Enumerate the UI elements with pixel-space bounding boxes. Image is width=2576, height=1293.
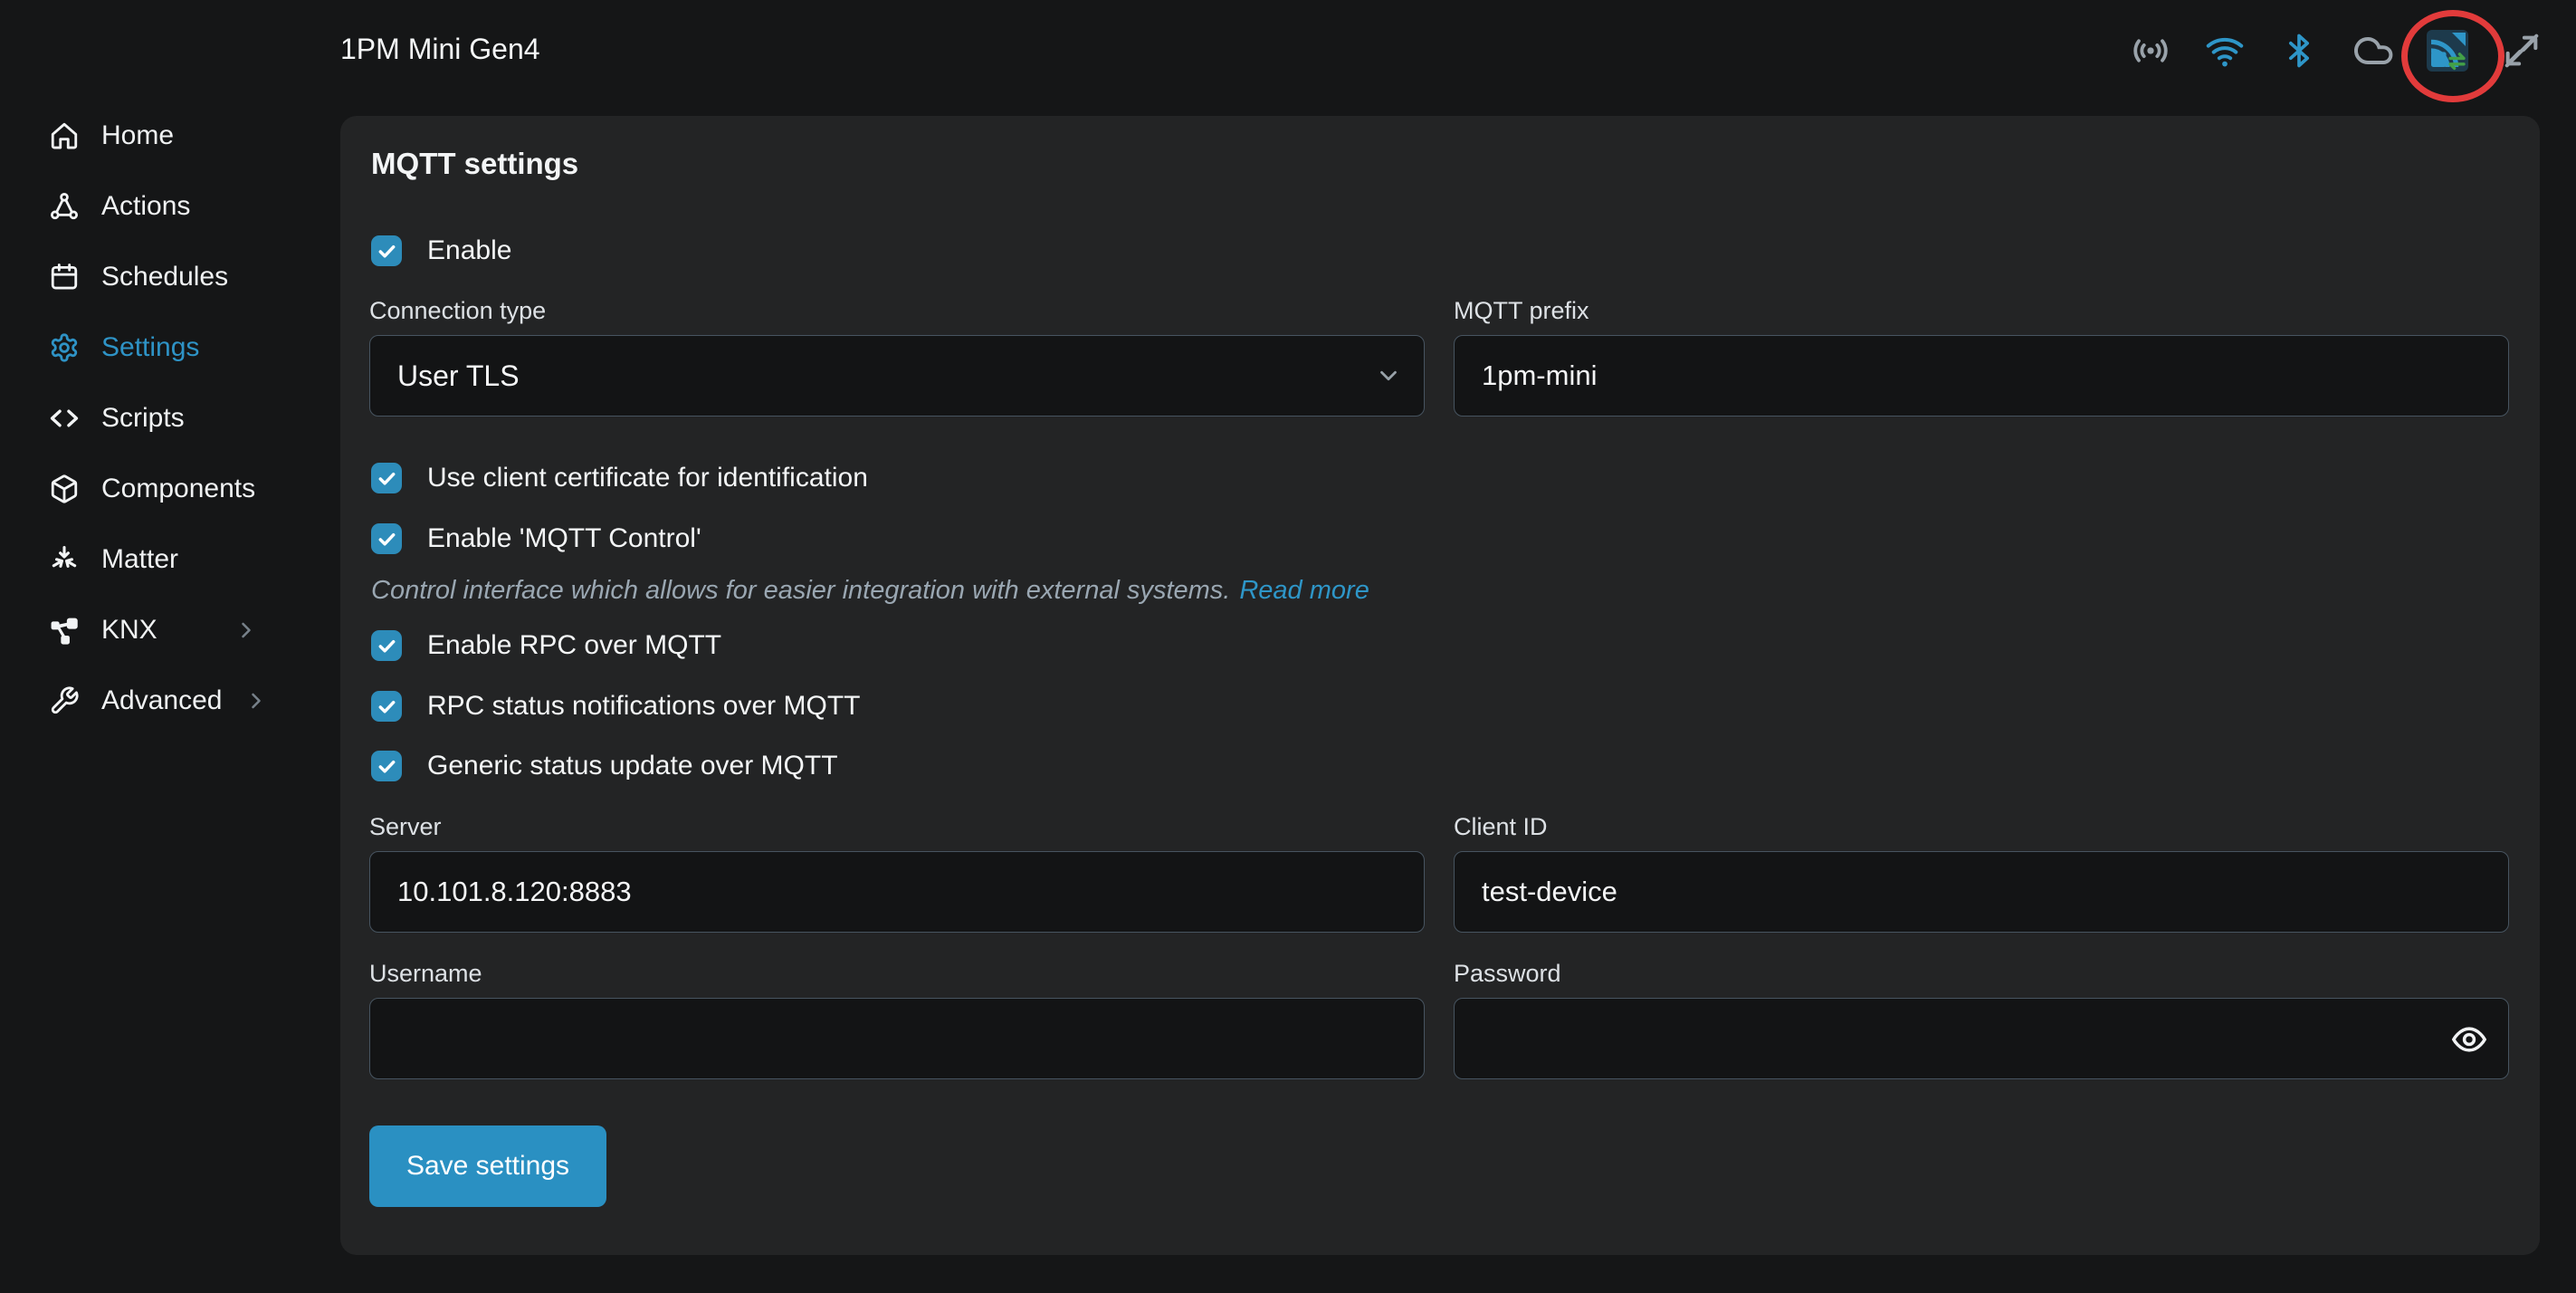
username-input[interactable] (369, 998, 1425, 1079)
bluetooth-icon (2277, 29, 2321, 72)
password-input[interactable] (1455, 999, 2436, 1078)
field-label: Username (369, 960, 1425, 989)
mqtt-status-icon (2426, 29, 2469, 72)
sidebar-item-label: Advanced (101, 685, 222, 716)
client-cert-checkbox[interactable] (371, 463, 402, 493)
generic-status-checkbox-row: Generic status update over MQTT (371, 751, 838, 781)
sidebar-item-schedules[interactable]: Schedules (0, 242, 340, 312)
description-text: Control interface which allows for easie… (371, 576, 1230, 605)
field-label: Server (369, 813, 1425, 842)
mqtt-control-checkbox[interactable] (371, 523, 402, 554)
sidebar-item-actions[interactable]: Actions (0, 171, 340, 242)
field-label: Password (1454, 960, 2509, 989)
sidebar-item-label: Matter (101, 544, 178, 575)
sidebar-item-home[interactable]: Home (0, 101, 340, 171)
field-label: Connection type (369, 297, 1425, 326)
actions-icon (49, 191, 80, 222)
sidebar-item-matter[interactable]: Matter (0, 524, 340, 595)
save-settings-button[interactable]: Save settings (369, 1125, 606, 1207)
checkbox-label: Use client certificate for identificatio… (427, 463, 868, 493)
client-cert-checkbox-row: Use client certificate for identificatio… (371, 463, 868, 493)
code-icon (49, 403, 80, 434)
rpc-status-checkbox-row: RPC status notifications over MQTT (371, 691, 860, 722)
sidebar-item-scripts[interactable]: Scripts (0, 383, 340, 454)
sidebar-item-label: Home (101, 120, 174, 151)
checkbox-label: Generic status update over MQTT (427, 751, 838, 781)
sidebar: Home Actions Schedules (0, 101, 340, 736)
connection-type-select[interactable]: User TLS (369, 335, 1425, 417)
server-input[interactable] (369, 851, 1425, 933)
cloud-icon (2352, 29, 2395, 72)
connection-type-field: Connection type User TLS (369, 297, 1425, 417)
password-input-wrapper (1454, 998, 2509, 1079)
client-id-field: Client ID (1454, 813, 2509, 933)
sidebar-item-label: Actions (101, 191, 190, 222)
wifi-icon (2203, 29, 2247, 72)
chevron-right-icon (243, 688, 269, 714)
select-value: User TLS (397, 359, 520, 393)
rpc-status-checkbox[interactable] (371, 691, 402, 722)
generic-status-checkbox[interactable] (371, 751, 402, 781)
home-icon (49, 120, 80, 151)
password-field: Password (1454, 960, 2509, 1079)
field-label: Client ID (1454, 813, 2509, 842)
wrench-icon (49, 685, 80, 716)
enable-checkbox-row: Enable (371, 235, 511, 266)
sidebar-item-label: KNX (101, 615, 157, 646)
calendar-icon (49, 262, 80, 292)
access-point-icon (2129, 29, 2172, 72)
sidebar-item-label: Components (101, 474, 255, 504)
enable-checkbox[interactable] (371, 235, 402, 266)
mqtt-control-description: Control interface which allows for easie… (371, 576, 1369, 606)
read-more-link[interactable]: Read more (1239, 576, 1369, 605)
mqtt-control-checkbox-row: Enable 'MQTT Control' (371, 523, 701, 554)
client-id-input[interactable] (1454, 851, 2509, 933)
eye-icon[interactable] (2450, 1020, 2488, 1058)
checkbox-label: Enable RPC over MQTT (427, 630, 721, 661)
checkbox-label: Enable 'MQTT Control' (427, 523, 701, 554)
page-title: MQTT settings (371, 147, 578, 181)
gear-icon (49, 332, 80, 363)
username-field: Username (369, 960, 1425, 1079)
matter-icon (49, 544, 80, 575)
app-root: 1PM Mini Gen4 (0, 0, 2576, 1293)
server-field: Server (369, 813, 1425, 933)
checkbox-label: RPC status notifications over MQTT (427, 691, 860, 722)
sidebar-item-components[interactable]: Components (0, 454, 340, 524)
status-icon-bar (2129, 29, 2543, 72)
checkbox-label: Enable (427, 235, 511, 266)
sidebar-item-label: Settings (101, 332, 199, 363)
mqtt-settings-panel: MQTT settings Enable Connection type Use… (340, 116, 2540, 1255)
mqtt-prefix-field: MQTT prefix (1454, 297, 2509, 417)
device-title: 1PM Mini Gen4 (340, 33, 540, 66)
outbound-websocket-icon (2500, 29, 2543, 72)
sidebar-item-label: Scripts (101, 403, 185, 434)
sidebar-item-knx[interactable]: KNX (0, 595, 340, 666)
sidebar-item-settings[interactable]: Settings (0, 312, 340, 383)
sidebar-item-label: Schedules (101, 262, 228, 292)
rpc-checkbox[interactable] (371, 630, 402, 661)
chevron-down-icon (1375, 362, 1402, 389)
chevron-right-icon (234, 618, 259, 643)
rpc-checkbox-row: Enable RPC over MQTT (371, 630, 721, 661)
sidebar-item-advanced[interactable]: Advanced (0, 666, 340, 736)
components-icon (49, 474, 80, 504)
field-label: MQTT prefix (1454, 297, 2509, 326)
mqtt-prefix-input[interactable] (1454, 335, 2509, 417)
knx-icon (49, 615, 80, 646)
